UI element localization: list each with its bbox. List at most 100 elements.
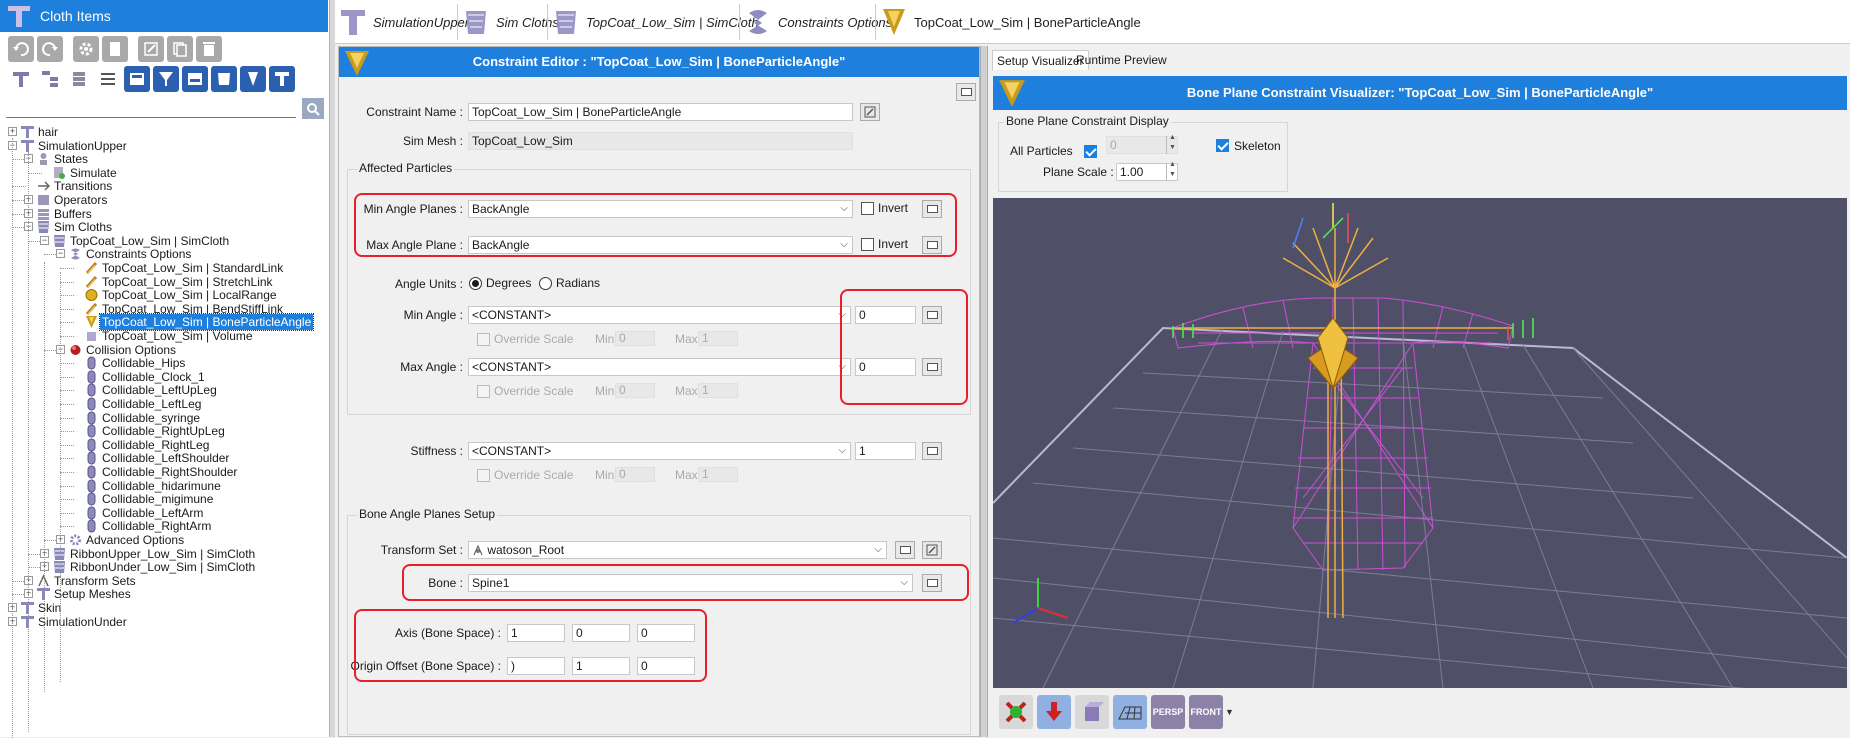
all-particles-checkbox[interactable] (1084, 145, 1097, 158)
max-angle-plane-select[interactable]: BackAngle ⌵ (468, 236, 853, 254)
constraints-icon (749, 10, 767, 34)
degrees-radio[interactable] (469, 277, 482, 290)
center-right-splitter[interactable] (980, 46, 988, 737)
view-2-button[interactable] (153, 66, 179, 92)
redo-button[interactable] (37, 36, 63, 62)
axis-x-field[interactable]: 1 (507, 624, 565, 642)
stiffness-menu-button[interactable] (922, 442, 942, 460)
collapse-icon[interactable]: − (56, 249, 65, 259)
transform-set-edit-button[interactable] (922, 541, 942, 559)
stiffness-value-field[interactable]: 1 (855, 442, 916, 460)
max-invert-checkbox[interactable] (861, 238, 874, 251)
tab-simulation-upper[interactable]: SimulationUpper (335, 4, 469, 40)
rename-button[interactable] (860, 103, 880, 121)
max-angle-value-field[interactable]: 0 (855, 358, 916, 376)
tab-sim-cloths[interactable]: Sim Cloths (457, 4, 559, 40)
min-angle-planes-label: Min Angle Planes : (363, 202, 463, 216)
view-1-button[interactable] (124, 66, 150, 92)
chevron-down-icon[interactable]: ▼ (1225, 707, 1234, 717)
tree-item[interactable]: + SimulationUnder (0, 614, 328, 630)
transform-set-select[interactable]: watoson_Root ⌵ (468, 541, 887, 559)
particle-index-spinner[interactable] (1166, 134, 1178, 154)
drop-button[interactable] (1037, 695, 1071, 729)
tab-constraints-options[interactable]: Constraints Options (739, 4, 892, 40)
tab-bone-particle-angle[interactable]: TopCoat_Low_Sim | BoneParticleAngle (875, 4, 1141, 40)
undo-button[interactable] (8, 36, 34, 62)
edit-button[interactable] (138, 36, 164, 62)
min-planes-menu-button[interactable] (922, 200, 942, 218)
perspective-button[interactable]: PERSP (1151, 695, 1185, 729)
collapse-icon[interactable]: − (40, 235, 49, 245)
tree-item-label: SimulationUnder (38, 614, 127, 629)
angle-icon (999, 80, 1025, 107)
max-scale-max-label: Max (675, 384, 698, 398)
transform-set-label: Transform Set : (380, 543, 463, 557)
bone-menu-button[interactable] (922, 574, 942, 592)
stiffness-scale-min-label: Min (595, 468, 615, 482)
transform-set-view-button[interactable] (895, 541, 915, 559)
origin-z-field[interactable]: 0 (637, 657, 695, 675)
t-icon (341, 10, 365, 35)
view-5-button[interactable] (240, 66, 266, 92)
gear-icon (79, 42, 93, 56)
cube-icon (1085, 702, 1104, 721)
new-document-button[interactable] (102, 36, 128, 62)
search-input[interactable] (6, 98, 296, 118)
editor-menu-button[interactable] (956, 83, 976, 101)
constraint-editor-panel: Constraint Editor : "TopCoat_Low_Sim | B… (338, 46, 980, 737)
stiffness-mode-select[interactable]: <CONSTANT> ⌵ (468, 442, 851, 460)
max-override-scale-checkbox[interactable] (477, 385, 490, 398)
3d-viewport[interactable] (993, 198, 1847, 688)
origin-x-field[interactable]: ) (507, 657, 565, 675)
skeleton-checkbox[interactable] (1216, 139, 1229, 152)
constraint-name-field[interactable]: TopCoat_Low_Sim | BoneParticleAngle (468, 103, 853, 121)
radians-label: Radians (556, 276, 601, 290)
axis-label: Axis (Bone Space) : (394, 626, 501, 640)
constraint-name-label: Constraint Name : (366, 105, 463, 119)
sim-mesh-label: Sim Mesh : (402, 134, 463, 148)
undo-icon (13, 42, 29, 57)
add-stack-button[interactable] (66, 66, 92, 92)
add-list-button[interactable] (95, 66, 121, 92)
skeleton-label: Skeleton (1234, 139, 1281, 153)
left-splitter[interactable] (330, 0, 335, 737)
min-angle-menu-button[interactable] (922, 306, 942, 324)
settings-button[interactable] (73, 36, 99, 62)
view-6-button[interactable] (269, 66, 295, 92)
radians-radio[interactable] (539, 277, 552, 290)
expand-icon[interactable]: + (8, 127, 17, 136)
min-invert-checkbox[interactable] (861, 202, 874, 215)
min-angle-planes-select[interactable]: BackAngle ⌵ (468, 200, 853, 218)
max-angle-menu-button[interactable] (922, 358, 942, 376)
max-angle-plane-label: Max Angle Plane : (366, 238, 463, 252)
search-button[interactable] (302, 98, 324, 119)
front-view-button[interactable]: FRONT (1189, 695, 1223, 729)
frame-cube-button[interactable] (1075, 695, 1109, 729)
axis-y-field[interactable]: 0 (572, 624, 630, 642)
copy-button[interactable] (167, 36, 193, 62)
stiffness-override-scale-checkbox[interactable] (477, 469, 490, 482)
add-hierarchy-button[interactable] (37, 66, 63, 92)
min-override-scale-checkbox[interactable] (477, 333, 490, 346)
view-3-button[interactable] (182, 66, 208, 92)
cloth-items-panel: Cloth Items + hair − SimulationUpper − States… (0, 0, 330, 738)
tab-runtime-preview[interactable]: Runtime Preview (1072, 50, 1171, 70)
max-angle-mode-select[interactable]: <CONSTANT> ⌵ (468, 358, 851, 376)
trash-icon (203, 42, 215, 56)
tab-topcoat-simcloth[interactable]: TopCoat_Low_Sim | SimCloth (547, 4, 759, 40)
edit-icon (144, 42, 158, 56)
axis-z-field[interactable]: 0 (637, 624, 695, 642)
min-angle-mode-select[interactable]: <CONSTANT> ⌵ (468, 306, 851, 324)
tree-toolbar-1 (8, 36, 222, 64)
plane-scale-spinner[interactable] (1166, 161, 1178, 181)
delete-button[interactable] (196, 36, 222, 62)
min-invert-label: Invert (878, 201, 909, 215)
reset-view-button[interactable] (999, 695, 1033, 729)
grid-toggle-button[interactable] (1113, 695, 1147, 729)
bone-select[interactable]: Spine1 ⌵ (468, 574, 913, 592)
origin-y-field[interactable]: 1 (572, 657, 630, 675)
add-t-button[interactable] (8, 66, 34, 92)
max-plane-menu-button[interactable] (922, 236, 942, 254)
view-4-button[interactable] (211, 66, 237, 92)
min-angle-value-field[interactable]: 0 (855, 306, 916, 324)
